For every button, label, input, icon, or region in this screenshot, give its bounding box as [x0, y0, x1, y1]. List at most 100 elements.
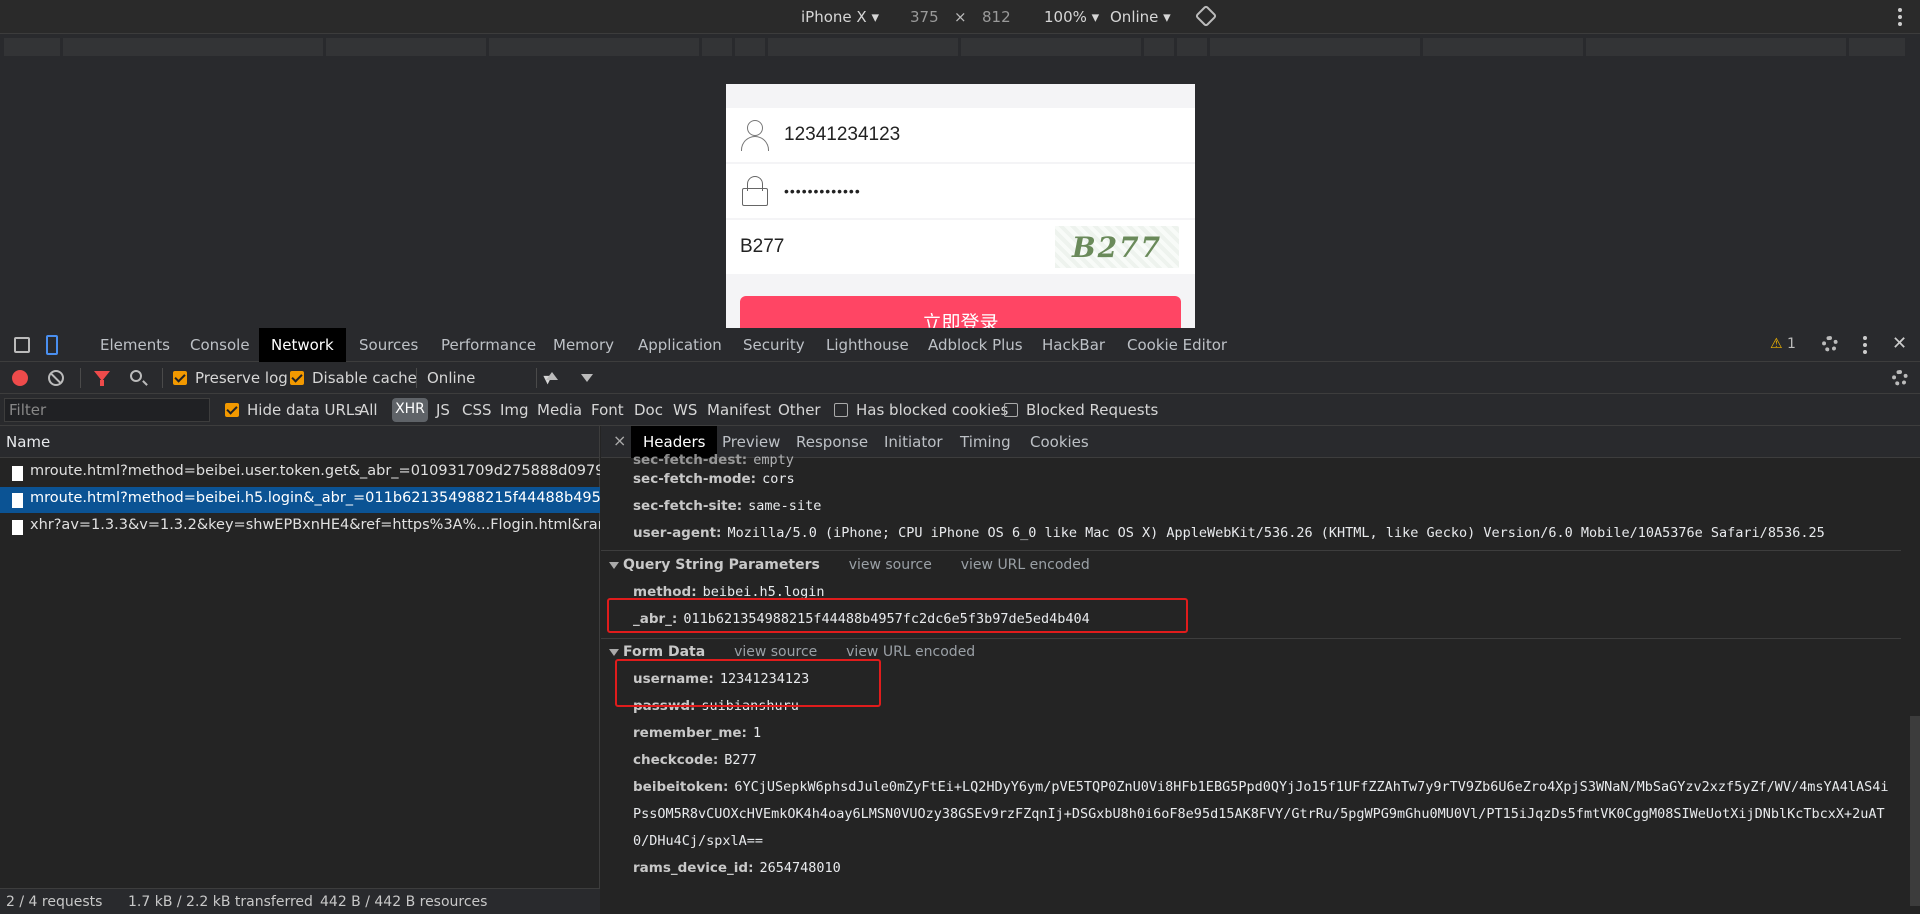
filter-img[interactable]: Img	[500, 401, 529, 419]
hide-data-urls-checkbox[interactable]	[225, 403, 239, 417]
filter-other[interactable]: Other	[778, 401, 821, 419]
tab-security[interactable]: Security	[743, 328, 805, 362]
expand-triangle-icon	[609, 562, 619, 569]
name-column-header[interactable]: Name	[0, 426, 599, 458]
filter-doc[interactable]: Doc	[634, 401, 663, 419]
form-field-row: remember_me: 1	[633, 725, 762, 741]
blocked-requests-checkbox[interactable]	[1004, 403, 1018, 417]
has-blocked-cookies-checkbox[interactable]	[834, 403, 848, 417]
devtools-panel: Elements Console Network Sources Perform…	[0, 328, 1920, 914]
detail-tab-bar: × Headers Preview Response Initiator Tim…	[601, 426, 1920, 458]
tab-performance[interactable]: Performance	[441, 328, 536, 362]
header-row: sec-fetch-mode: cors	[633, 471, 795, 487]
form-field-row: checkcode: B277	[633, 752, 757, 768]
network-toolbar: Preserve log Disable cache Online ▼	[0, 362, 1920, 394]
view-source-link[interactable]: view source	[849, 557, 932, 573]
login-button[interactable]: 立即登录	[740, 296, 1181, 328]
device-viewport-area: 12341234123 ••••••••••••• B277 B277 立即登录	[0, 58, 1920, 328]
disable-cache-label: Disable cache	[312, 369, 417, 387]
tab-console[interactable]: Console	[190, 328, 250, 362]
network-select[interactable]: Online ▾	[1110, 8, 1171, 26]
tab-elements[interactable]: Elements	[100, 328, 170, 362]
tab-response[interactable]: Response	[796, 433, 868, 451]
tab-sources[interactable]: Sources	[359, 328, 418, 362]
header-row: sec-fetch-dest: empty	[633, 452, 794, 468]
blocked-requests-label: Blocked Requests	[1026, 401, 1159, 419]
tab-cookies[interactable]: Cookies	[1030, 433, 1089, 451]
device-width[interactable]: 375	[910, 8, 939, 26]
view-url-encoded-link[interactable]: view URL encoded	[961, 557, 1090, 573]
tab-preview[interactable]: Preview	[722, 433, 780, 451]
dimension-separator: ×	[954, 8, 967, 26]
rotate-icon[interactable]	[1194, 4, 1218, 28]
document-icon	[12, 493, 23, 508]
device-toggle-icon[interactable]	[46, 335, 58, 355]
captcha-input[interactable]: B277	[740, 236, 784, 258]
phone-screen: 12341234123 ••••••••••••• B277 B277 立即登录	[726, 84, 1195, 328]
record-icon[interactable]	[12, 370, 28, 386]
filter-ws[interactable]: WS	[673, 401, 697, 419]
filter-media[interactable]: Media	[537, 401, 582, 419]
transferred-size: 1.7 kB / 2.2 kB transferred	[128, 894, 313, 910]
form-data-section[interactable]: Form Data view source view URL encoded	[609, 644, 975, 660]
highlight-box-abr	[607, 598, 1188, 633]
settings-gear-icon[interactable]	[1822, 336, 1838, 352]
password-row[interactable]: •••••••••••••	[726, 164, 1195, 218]
search-icon[interactable]	[130, 370, 142, 382]
filter-font[interactable]: Font	[591, 401, 624, 419]
tab-application[interactable]: Application	[638, 328, 722, 362]
network-settings-icon[interactable]	[1892, 370, 1908, 386]
tab-network[interactable]: Network	[259, 328, 346, 362]
view-url-encoded-link[interactable]: view URL encoded	[846, 644, 975, 660]
filter-bar: Filter Hide data URLs All XHR JS CSS Img…	[0, 394, 1920, 426]
tab-hackbar[interactable]: HackBar	[1042, 328, 1105, 362]
filter-all[interactable]: All	[359, 401, 378, 419]
filter-xhr[interactable]: XHR	[392, 398, 428, 422]
device-height[interactable]: 812	[982, 8, 1011, 26]
clear-icon[interactable]	[48, 370, 64, 386]
filter-manifest[interactable]: Manifest	[707, 401, 771, 419]
resources-size: 442 B / 442 B resources	[320, 894, 488, 910]
request-row[interactable]: mroute.html?method=beibei.user.token.get…	[0, 460, 600, 486]
filter-js[interactable]: JS	[436, 401, 450, 419]
warning-badge[interactable]: ⚠ 1	[1770, 336, 1796, 352]
username-row[interactable]: 12341234123	[726, 108, 1195, 162]
filter-input[interactable]: Filter	[4, 398, 210, 422]
password-input[interactable]: •••••••••••••	[784, 183, 861, 199]
device-select[interactable]: iPhone X ▾	[801, 8, 879, 26]
user-icon	[740, 120, 769, 151]
more-options-icon[interactable]	[1898, 8, 1902, 26]
close-devtools-icon[interactable]: ✕	[1892, 333, 1907, 354]
close-detail-icon[interactable]: ×	[613, 431, 626, 450]
device-toolbar: iPhone X ▾ 375 × 812 100% ▾ Online ▾	[0, 0, 1920, 34]
disable-cache-checkbox[interactable]	[290, 371, 304, 385]
filter-css[interactable]: CSS	[462, 401, 492, 419]
devtools-menu-icon[interactable]	[1863, 336, 1867, 354]
captcha-image[interactable]: B277	[1055, 226, 1179, 268]
tab-lighthouse[interactable]: Lighthouse	[826, 328, 909, 362]
hide-data-urls-label: Hide data URLs	[247, 401, 363, 419]
request-row[interactable]: xhr?av=1.3.3&v=1.3.2&key=shwEPBxnHE4&ref…	[0, 514, 600, 540]
tab-initiator[interactable]: Initiator	[884, 433, 943, 451]
import-har-icon[interactable]	[546, 372, 558, 380]
query-string-section[interactable]: Query String Parameters view source view…	[609, 557, 1090, 573]
expand-triangle-icon	[609, 649, 619, 656]
request-row-selected[interactable]: mroute.html?method=beibei.h5.login&_abr_…	[0, 487, 600, 513]
tab-cookie-editor[interactable]: Cookie Editor	[1127, 328, 1227, 362]
inspect-element-icon[interactable]	[14, 337, 30, 353]
username-input[interactable]: 12341234123	[784, 124, 900, 146]
throttle-select[interactable]: Online ▼	[427, 369, 552, 387]
has-blocked-cookies-label: Has blocked cookies	[856, 401, 1009, 419]
filter-icon[interactable]	[94, 371, 110, 386]
tab-timing[interactable]: Timing	[960, 433, 1011, 451]
view-source-link[interactable]: view source	[734, 644, 817, 660]
header-row: user-agent: Mozilla/5.0 (iPhone; CPU iPho…	[633, 525, 1825, 541]
preserve-log-checkbox[interactable]	[173, 371, 187, 385]
request-detail: × Headers Preview Response Initiator Tim…	[601, 426, 1920, 914]
export-har-icon[interactable]	[581, 374, 593, 382]
tab-memory[interactable]: Memory	[553, 328, 614, 362]
zoom-select[interactable]: 100% ▾	[1044, 8, 1099, 26]
captcha-row[interactable]: B277 B277	[726, 220, 1195, 274]
tab-adblock-plus[interactable]: Adblock Plus	[928, 328, 1023, 362]
detail-scrollbar[interactable]	[1910, 716, 1920, 906]
